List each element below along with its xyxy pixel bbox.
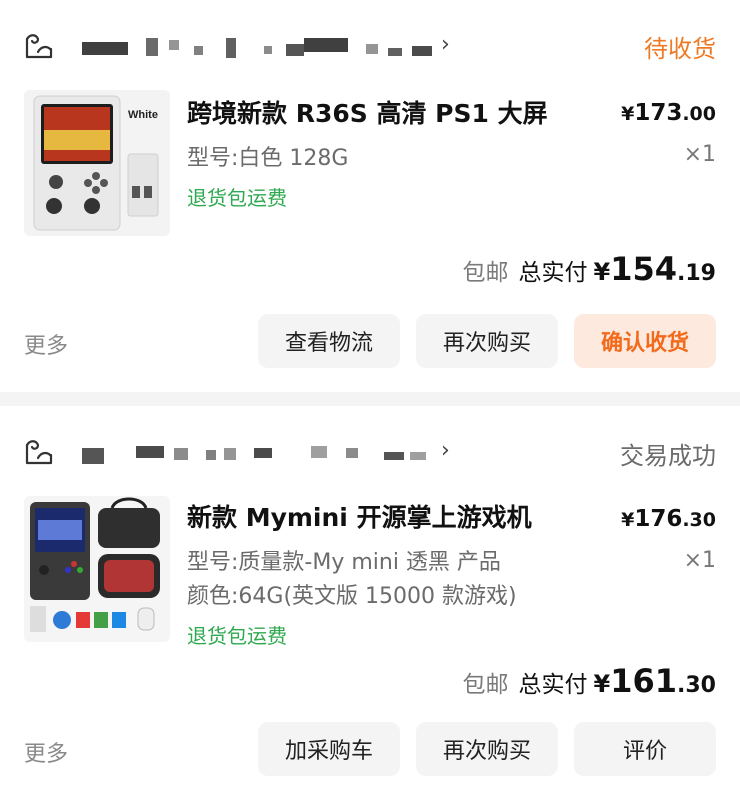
order-total: 包邮 总实付 ¥161.30 (463, 662, 716, 700)
shop-name-blurred[interactable] (66, 442, 436, 466)
total-label: 总实付 (518, 260, 588, 286)
more-link[interactable]: 更多 (24, 328, 68, 360)
chevron-right-icon[interactable]: › (441, 32, 450, 57)
price-integer: 176 (634, 506, 683, 532)
total-label: 总实付 (518, 672, 588, 698)
store-icon (25, 34, 53, 59)
chevron-right-icon[interactable]: › (441, 438, 450, 463)
free-shipping-label: 包邮 (462, 260, 509, 286)
svg-text:White: White (128, 109, 158, 121)
total-currency: ¥ (593, 670, 611, 698)
view-logistics-button[interactable]: 查看物流 (258, 314, 400, 368)
price-decimal: .30 (682, 509, 716, 531)
review-button[interactable]: 评价 (574, 722, 716, 776)
product-spec: 颜色:64G(英文版 15000 款游戏) (187, 584, 517, 609)
free-shipping-label: 包邮 (462, 672, 509, 698)
product-spec: 型号:质量款-My mini 透黑 产品 (187, 550, 501, 575)
total-decimal: .19 (677, 261, 716, 286)
store-icon (25, 440, 53, 465)
product-spec: 型号:白色 128G (187, 146, 349, 171)
order-card: › 待收货 White 跨境新款 R36S 高清 PS1 大屏 ¥173.00 … (0, 0, 740, 392)
handheld-console-image: White (24, 90, 170, 236)
confirm-receipt-button[interactable]: 确认收货 (574, 314, 716, 368)
buy-again-button[interactable]: 再次购买 (416, 314, 558, 368)
unit-price: ¥173.00 (621, 100, 716, 126)
total-currency: ¥ (593, 258, 611, 286)
add-to-purchase-cart-button[interactable]: 加采购车 (258, 722, 400, 776)
return-shipping-tag: 退货包运费 (187, 624, 287, 648)
handheld-console-bundle-image (24, 496, 170, 642)
quantity: ×1 (683, 142, 716, 167)
order-status: 待收货 (644, 35, 716, 63)
more-link[interactable]: 更多 (24, 736, 68, 768)
product-image[interactable]: White (24, 90, 170, 236)
product-image[interactable] (24, 496, 170, 642)
total-integer: 154 (610, 250, 678, 288)
return-shipping-tag: 退货包运费 (187, 186, 287, 210)
product-title[interactable]: 新款 Mymini 开源掌上游戏机 (187, 498, 532, 534)
price-decimal: .00 (682, 103, 716, 125)
quantity: ×1 (683, 548, 716, 573)
currency-symbol: ¥ (621, 509, 635, 531)
total-decimal: .30 (677, 673, 716, 698)
product-title[interactable]: 跨境新款 R36S 高清 PS1 大屏 (187, 94, 548, 130)
unit-price: ¥176.30 (621, 506, 716, 532)
order-total: 包邮 总实付 ¥154.19 (463, 250, 716, 288)
currency-symbol: ¥ (621, 103, 635, 125)
buy-again-button[interactable]: 再次购买 (416, 722, 558, 776)
price-integer: 173 (634, 100, 683, 126)
shop-name-blurred[interactable] (66, 36, 436, 60)
order-divider (0, 392, 740, 406)
order-status: 交易成功 (620, 442, 716, 470)
order-card: › 交易成功 新款 Mymini 开源掌上游戏机 ¥176.30 型号:质量款-… (0, 406, 740, 800)
total-integer: 161 (610, 662, 678, 700)
